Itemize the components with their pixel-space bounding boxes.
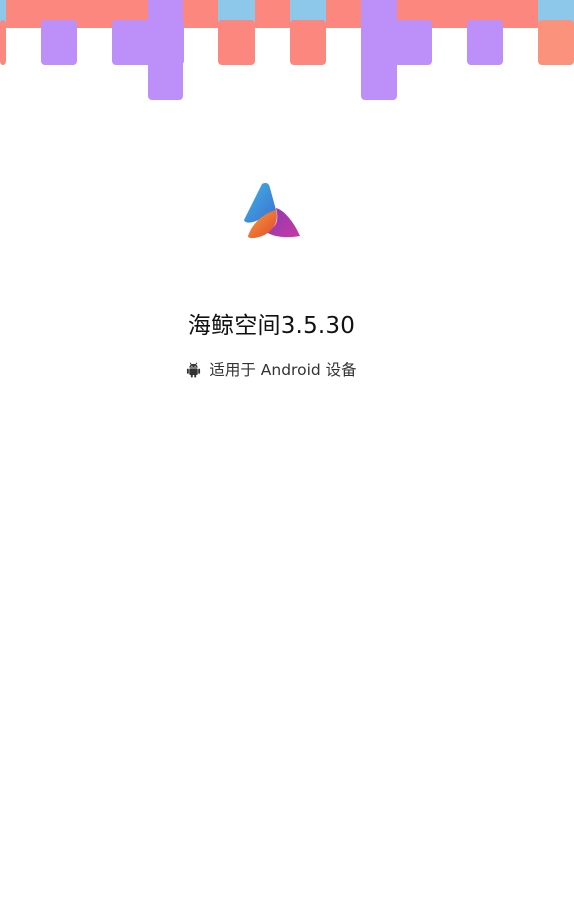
- download-page: 海鲸空间3.5.30 适用于 Android 设备: [0, 0, 574, 899]
- app-title: 海鲸空间3.5.30: [187, 313, 356, 339]
- header-banner: [0, 0, 574, 102]
- app-logo-graphic: [244, 183, 300, 238]
- decorative-pixel-banner: [0, 0, 574, 100]
- android-icon: [187, 362, 201, 378]
- platform-label: 适用于 Android 设备: [209, 361, 357, 379]
- app-logo-icon: [240, 180, 304, 244]
- platform-info: 适用于 Android 设备: [0, 358, 543, 382]
